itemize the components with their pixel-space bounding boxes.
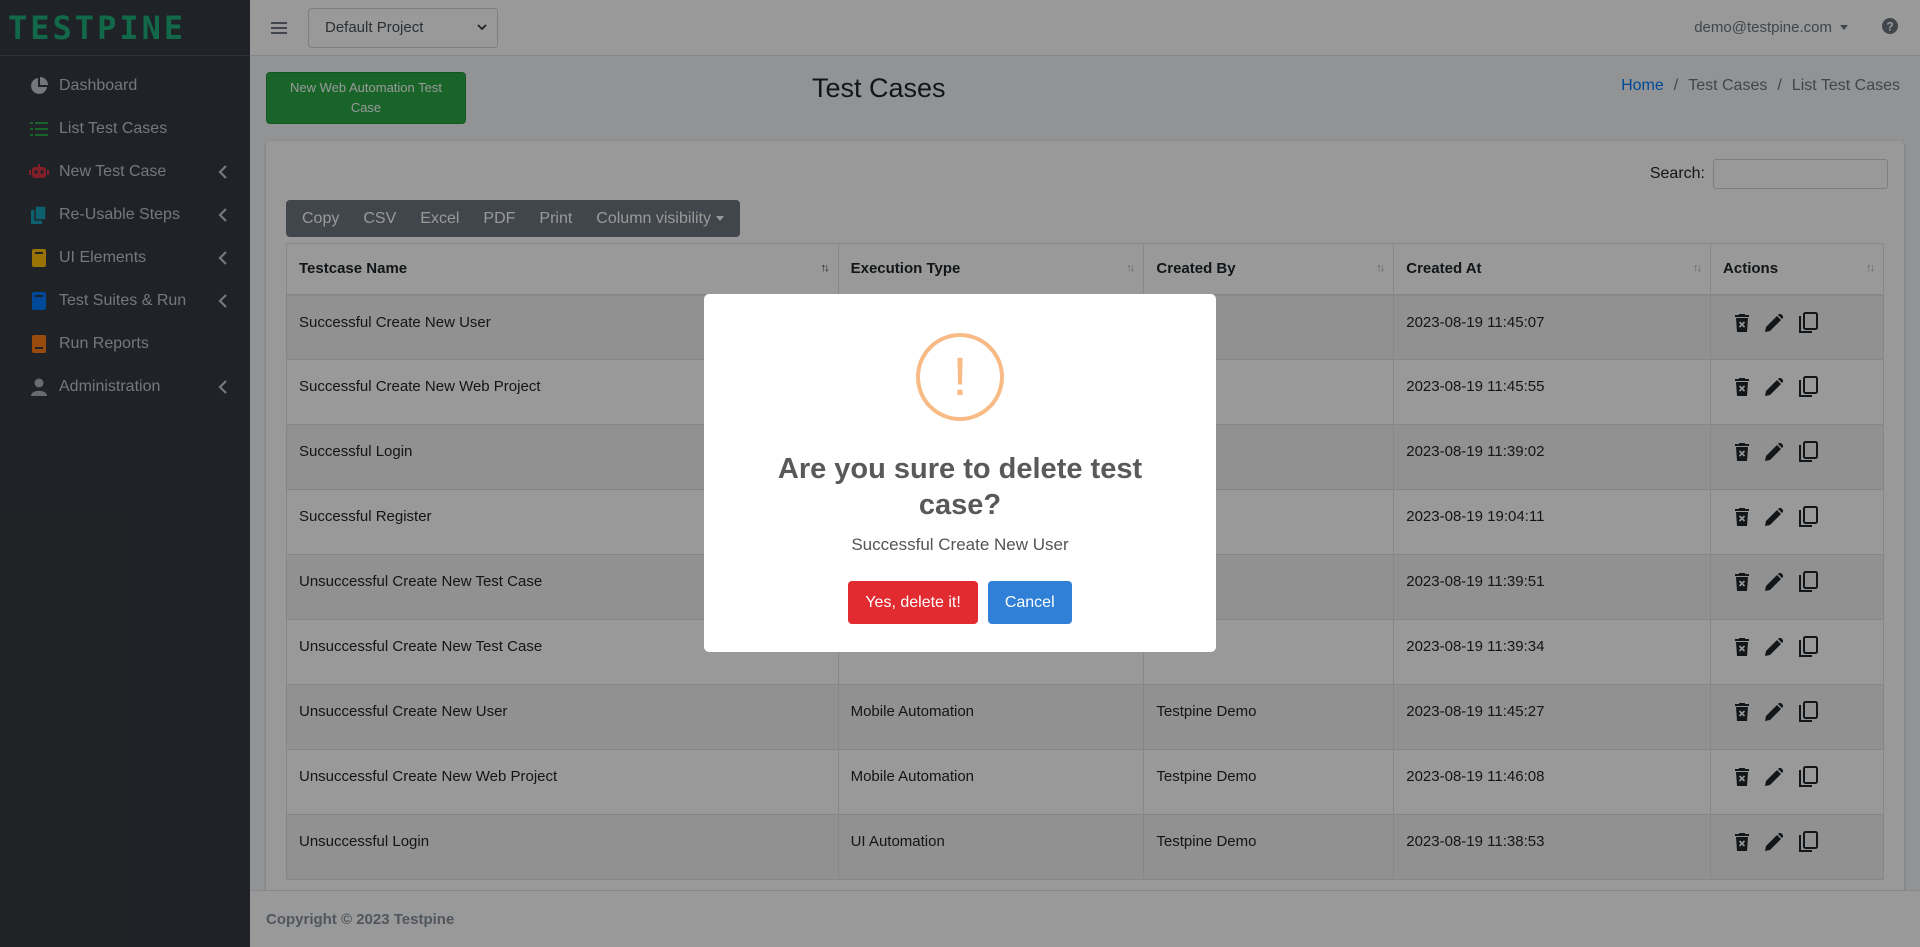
- warning-glyph: !: [952, 347, 968, 407]
- warning-icon: !: [916, 333, 1004, 421]
- dialog-title: Are you sure to delete test case?: [777, 453, 1143, 521]
- dialog-message: Successful Create New User: [851, 535, 1069, 554]
- cancel-button[interactable]: Cancel: [987, 581, 1072, 624]
- dialog-actions: Yes, delete it! Cancel: [704, 581, 1216, 624]
- confirm-delete-button[interactable]: Yes, delete it!: [848, 581, 978, 624]
- delete-confirm-dialog: ! Are you sure to delete test case? Succ…: [704, 294, 1216, 652]
